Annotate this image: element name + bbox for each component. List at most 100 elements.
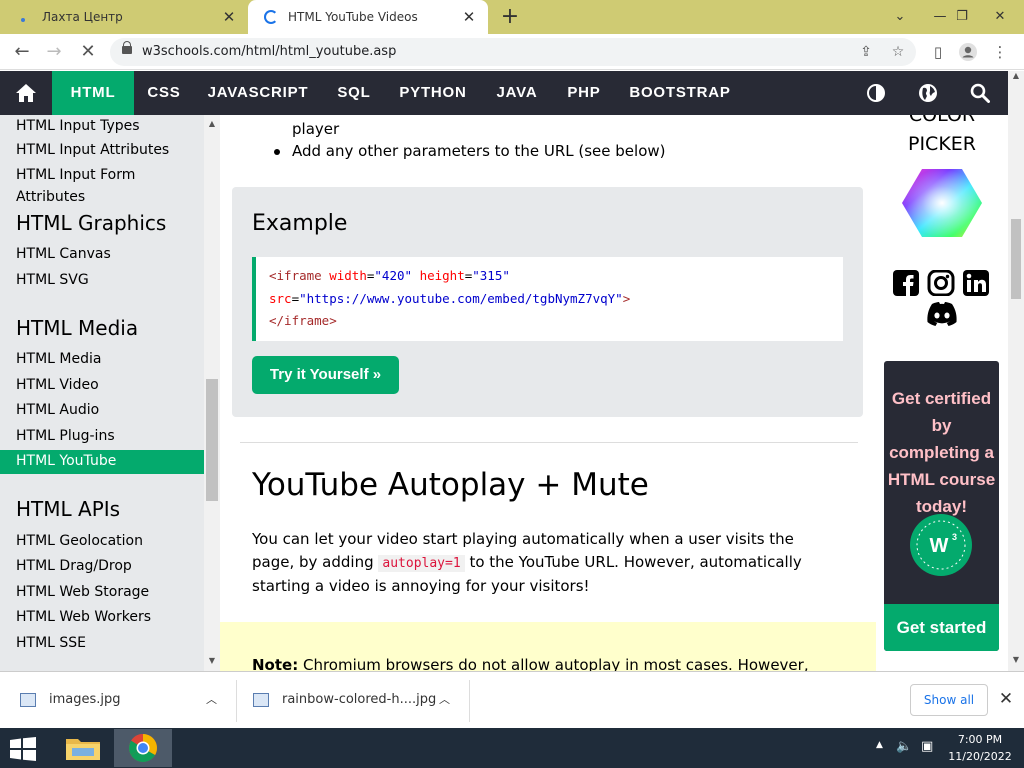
nav-php[interactable]: PHP [558, 71, 610, 115]
chrome-taskbar-icon[interactable] [114, 729, 172, 767]
clock-date[interactable]: 11/20/2022 [948, 750, 1012, 763]
dark-mode-toggle-icon[interactable] [866, 83, 886, 103]
svg-text:3: 3 [952, 532, 957, 542]
profile-avatar[interactable] [958, 42, 978, 62]
picker-label: PICKER [908, 133, 976, 155]
page-scrollbar[interactable]: ▲ ▼ [1008, 71, 1024, 671]
sidebar-item-input-attributes[interactable]: HTML Input Attributes [0, 139, 204, 163]
stop-loading-icon[interactable]: ✕ [76, 40, 100, 64]
bullet-dot [274, 149, 280, 155]
sidebar-item-svg[interactable]: HTML SVG [0, 269, 204, 293]
scroll-up-arrow-icon[interactable]: ▲ [1008, 71, 1024, 80]
new-tab-plus-icon[interactable]: + [498, 5, 522, 29]
sidebar-heading-apis: HTML APIs [16, 497, 121, 521]
cert-text: Get certified by completing a HTML cours… [887, 389, 996, 516]
sidebar-item-web-workers[interactable]: HTML Web Workers [0, 606, 204, 630]
sidebar-item-input-types[interactable]: HTML Input Types [0, 115, 204, 139]
sidebar-item-sse[interactable]: HTML SSE [0, 632, 204, 656]
show-all-downloads-button[interactable]: Show all [910, 684, 988, 716]
sidebar-item-canvas[interactable]: HTML Canvas [0, 243, 204, 267]
browser-tab-youtube-videos[interactable]: HTML YouTube Videos ✕ [248, 0, 488, 34]
get-started-button[interactable]: Get started [884, 604, 999, 651]
downloads-shelf: images.jpg ︿ rainbow-colored-h....jpg ︿ … [0, 671, 1024, 728]
url-text: w3schools.com/html/html_youtube.asp [142, 44, 397, 59]
forward-arrow-icon[interactable]: → [42, 40, 66, 64]
address-bar[interactable]: w3schools.com/html/html_youtube.asp ⇪ ☆ [110, 38, 916, 66]
tab-close-icon[interactable]: ✕ [460, 8, 478, 26]
tab-close-icon[interactable]: ✕ [220, 8, 238, 26]
browser-tab-lakhta[interactable]: Лахта Центр ✕ [0, 0, 248, 34]
close-shelf-icon[interactable]: ✕ [996, 689, 1016, 709]
volume-icon[interactable]: 🔈 [896, 739, 912, 754]
sidebar-item-media[interactable]: HTML Media [0, 348, 204, 372]
sidebar-item-input-form-attributes[interactable]: HTML Input Form Attributes [0, 164, 204, 205]
main-content: player Add any other parameters to the U… [220, 115, 876, 671]
window-close-icon[interactable]: ✕ [980, 0, 1020, 34]
globe-icon[interactable] [918, 83, 938, 103]
sidebar-heading-media: HTML Media [16, 316, 139, 340]
tab-title: HTML YouTube Videos [288, 10, 418, 24]
sidebar-item-video[interactable]: HTML Video [0, 374, 204, 398]
sidebar-scroll-thumb[interactable] [206, 379, 218, 501]
code-line-1: <iframe width="420" height="315" [269, 268, 510, 283]
clock-time[interactable]: 7:00 PM [948, 733, 1012, 746]
nav-sql[interactable]: SQL [326, 71, 382, 115]
instagram-icon[interactable] [927, 269, 955, 297]
code-line-3: </iframe> [269, 313, 337, 328]
nav-java[interactable]: JAVA [488, 71, 546, 115]
sidebar-scrollbar[interactable]: ▲ ▼ [204, 115, 220, 671]
share-icon[interactable]: ⇪ [856, 42, 876, 62]
bookmark-star-icon[interactable]: ☆ [888, 42, 908, 62]
site-top-nav: HTML CSS JAVASCRIPT SQL PYTHON JAVA PHP … [0, 71, 1024, 115]
try-it-yourself-button[interactable]: Try it Yourself » [252, 356, 399, 394]
nav-bootstrap[interactable]: BOOTSTRAP [624, 71, 736, 115]
nav-css[interactable]: CSS [136, 71, 192, 115]
w3-certified-badge-icon: W3 [910, 514, 972, 576]
scroll-up-arrow-icon[interactable]: ▲ [204, 119, 220, 128]
sidebar-item-youtube[interactable]: HTML YouTube [0, 450, 204, 474]
tutorial-sidebar: HTML Input Types HTML Input Attributes H… [0, 115, 204, 671]
discord-icon[interactable] [925, 301, 959, 327]
restore-icon[interactable]: ❐ [942, 0, 982, 34]
certification-ad[interactable]: Get certified by completing a HTML cours… [884, 361, 999, 651]
right-sidebar: COLOR PICKER Get certified by completing… [876, 115, 1008, 671]
network-icon[interactable]: ▣ [921, 739, 933, 754]
tab-favicon-icon [16, 9, 32, 25]
search-icon[interactable] [970, 83, 990, 103]
tab-title: Лахта Центр [42, 10, 123, 24]
page-scroll-thumb[interactable] [1011, 219, 1021, 299]
scroll-down-arrow-icon[interactable]: ▼ [204, 656, 220, 665]
home-icon[interactable] [0, 71, 52, 115]
download-item-rainbow[interactable]: rainbow-colored-h....jpg ︿ [237, 672, 469, 729]
download-item-images[interactable]: images.jpg ︿ [0, 672, 236, 729]
tab-search-chevron-icon[interactable]: ⌄ [880, 0, 920, 34]
section-paragraph: You can let your video start playing aut… [252, 530, 802, 595]
sidebar-item-web-storage[interactable]: HTML Web Storage [0, 581, 204, 605]
linkedin-icon[interactable] [962, 270, 990, 296]
chevron-up-icon[interactable]: ︿ [206, 691, 217, 707]
tray-expand-icon[interactable]: ▲ [876, 740, 883, 750]
loading-spinner-icon [264, 10, 278, 24]
sidebar-item-geolocation[interactable]: HTML Geolocation [0, 530, 204, 554]
nav-javascript[interactable]: JAVASCRIPT [198, 71, 318, 115]
windows-start-icon[interactable] [8, 737, 38, 761]
sidebar-item-plug-ins[interactable]: HTML Plug-ins [0, 425, 204, 449]
sidebar-item-drag-drop[interactable]: HTML Drag/Drop [0, 555, 204, 579]
bullet-text: Add any other parameters to the URL (see… [292, 142, 666, 160]
nav-html[interactable]: HTML [52, 71, 134, 115]
lock-icon [122, 41, 132, 54]
chevron-up-icon[interactable]: ︿ [439, 691, 450, 707]
file-explorer-taskbar-icon[interactable] [54, 729, 112, 767]
note-text: Note: Chromium browsers do not allow aut… [252, 656, 809, 671]
nav-python[interactable]: PYTHON [392, 71, 474, 115]
facebook-icon[interactable] [892, 270, 920, 296]
sidebar-item-audio[interactable]: HTML Audio [0, 399, 204, 423]
color-picker-hexagon-icon[interactable] [901, 167, 983, 239]
browser-tab-strip: Лахта Центр ✕ HTML YouTube Videos ✕ + ⌄ … [0, 0, 1024, 34]
side-panel-icon[interactable]: ▯ [928, 42, 948, 62]
scroll-down-arrow-icon[interactable]: ▼ [1008, 655, 1024, 664]
image-file-icon [20, 693, 36, 707]
chrome-menu-icon[interactable]: ⋮ [990, 42, 1010, 62]
back-arrow-icon[interactable]: ← [10, 40, 34, 64]
shelf-divider [469, 680, 470, 722]
